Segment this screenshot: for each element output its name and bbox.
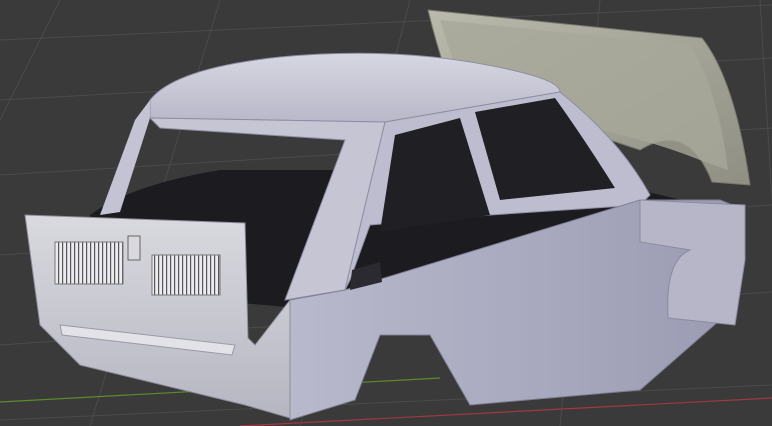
front-badge — [127, 235, 141, 261]
front-grille-left — [54, 241, 124, 285]
3d-viewport[interactable] — [0, 0, 772, 426]
car-body-model[interactable] — [24, 9, 751, 421]
viewport-scene[interactable] — [0, 0, 772, 426]
front-grille-right — [151, 254, 221, 296]
